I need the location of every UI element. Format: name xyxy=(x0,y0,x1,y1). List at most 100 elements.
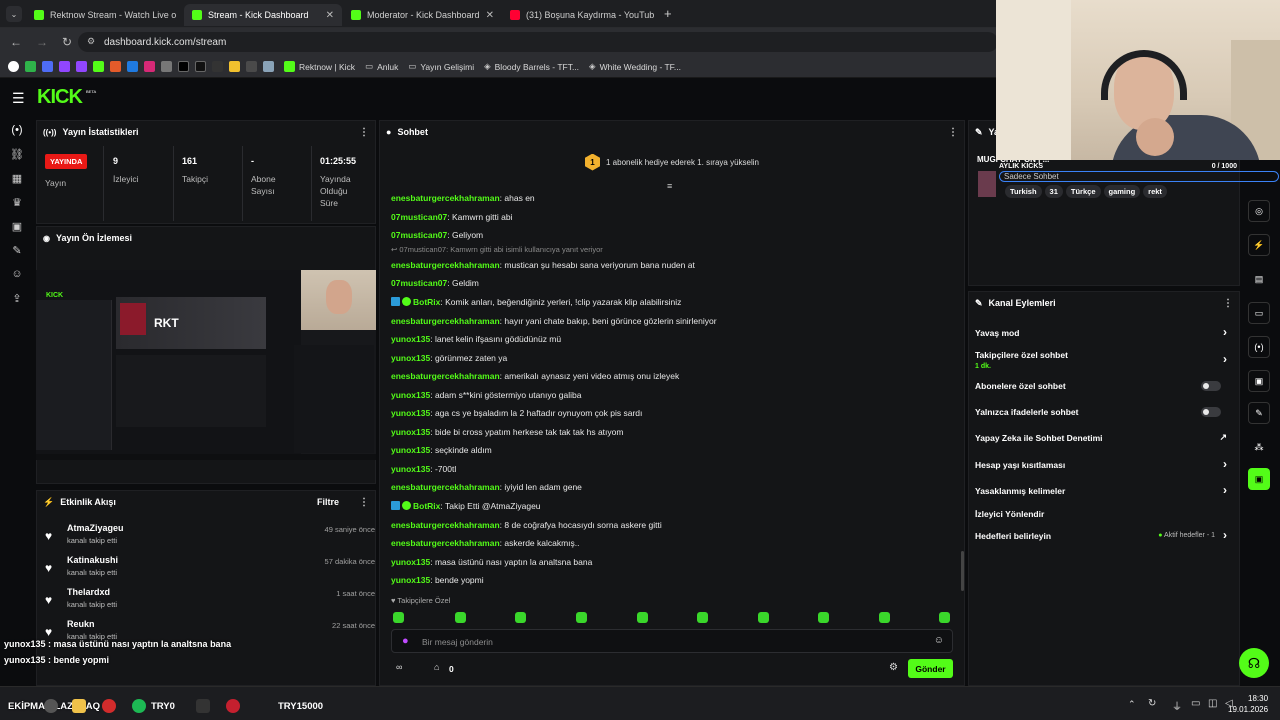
bookmark-bloody-barrels[interactable]: ◈ Bloody Barrels - TFT... xyxy=(484,61,579,72)
chat-message[interactable]: yunox135: görünmez zaten ya xyxy=(391,353,507,363)
tab-list-dropdown-icon[interactable]: ⌄ xyxy=(6,6,22,22)
chat-message[interactable]: enesbaturgercekhahraman: iyiyid len adam… xyxy=(391,482,582,492)
subscribers-chat-toggle[interactable] xyxy=(1201,381,1221,391)
instagram-icon[interactable] xyxy=(144,61,155,72)
store-icon[interactable]: ⌂ xyxy=(434,662,439,672)
chat-message[interactable]: 07mustican07: Geldim xyxy=(391,278,479,288)
chat-message[interactable]: yunox135: seçkinde aldım xyxy=(391,445,492,455)
tab-kick-dashboard[interactable]: Stream - Kick Dashboard ✕ xyxy=(184,4,342,26)
bookmark-icon[interactable] xyxy=(8,61,19,72)
channel-points-icon[interactable]: ∞ xyxy=(396,662,402,672)
bookmark-icon[interactable] xyxy=(42,61,53,72)
tray-chevron-icon[interactable]: ⌃ xyxy=(1128,699,1136,710)
trophy-nav-icon[interactable]: ♛ xyxy=(0,190,34,214)
chat-username[interactable]: enesbaturgercekhahraman xyxy=(391,193,500,203)
bookmark-icon[interactable] xyxy=(110,61,121,72)
wrench-nav-icon[interactable]: ✎ xyxy=(0,238,34,262)
emote-icon[interactable] xyxy=(576,612,587,623)
close-tab-icon[interactable]: ✕ xyxy=(326,10,334,21)
upload-nav-icon[interactable]: ⇪ xyxy=(0,286,34,310)
bookmark-folder-yayin-gelisimi[interactable]: ▭ Yayın Gelişimi xyxy=(408,61,474,72)
url-input[interactable]: ⚙ dashboard.kick.com/stream xyxy=(78,32,998,52)
back-icon[interactable]: ← xyxy=(10,35,22,49)
video-nav-icon[interactable]: ▣ xyxy=(0,214,34,238)
chat-message[interactable]: yunox135: bide bi cross ypatım herkese t… xyxy=(391,427,623,437)
forward-icon[interactable]: → xyxy=(36,35,48,49)
chat-message[interactable]: enesbaturgercekhahraman: hayır yani chat… xyxy=(391,316,717,326)
tray-microphone-icon[interactable]: ⏚ xyxy=(1172,698,1182,713)
apps-tool-icon[interactable]: ⁂ xyxy=(1248,436,1270,458)
chat-username[interactable]: yunox135 xyxy=(391,334,430,344)
site-info-icon[interactable]: ⚙ xyxy=(87,36,95,47)
chat-username[interactable]: BotRix xyxy=(413,297,440,307)
bookmark-icon[interactable] xyxy=(212,61,223,72)
chat-username[interactable]: BotRix xyxy=(413,501,440,511)
chat-username[interactable]: yunox135 xyxy=(391,427,430,437)
emote-icon[interactable] xyxy=(879,612,890,623)
taskbar-app-icon[interactable] xyxy=(72,699,86,713)
emote-icon[interactable] xyxy=(637,612,648,623)
chat-username[interactable]: yunox135 xyxy=(391,575,430,585)
filter-button[interactable]: Filtre xyxy=(317,497,339,507)
kick-logo[interactable]: KICK xyxy=(37,86,83,109)
link-nav-icon[interactable]: ⛓ xyxy=(0,142,34,166)
tray-network-icon[interactable]: ◫ xyxy=(1208,698,1217,709)
video-tool-icon[interactable]: ▣ xyxy=(1248,370,1270,392)
more-options-icon[interactable]: ⋮ xyxy=(1223,298,1233,309)
tab-rektnow-stream[interactable]: Rektnow Stream - Watch Live o ✕ xyxy=(26,4,181,26)
bookmark-folder-anluk[interactable]: ▭ Anluk xyxy=(365,61,398,72)
chat-username[interactable]: enesbaturgercekhahraman xyxy=(391,260,500,270)
chat-message[interactable]: enesbaturgercekhahraman: amerikalı aynas… xyxy=(391,371,679,381)
emote-only-action[interactable]: Yalnızca ifadelerle sohbet xyxy=(975,407,1233,417)
document-tool-icon[interactable]: ▤ xyxy=(1248,268,1270,290)
bookmark-icon[interactable] xyxy=(25,61,36,72)
ai-moderation-action[interactable]: Yapay Zeka ile Sohbet Denetimi ↗ xyxy=(975,432,1233,443)
emote-icon[interactable] xyxy=(455,612,466,623)
tab-youtube[interactable]: (31) Boşuna Kaydırma - YouTub ✕ xyxy=(502,4,657,26)
chat-message[interactable]: yunox135: masa üstünü nası yaptın la ana… xyxy=(391,557,592,567)
wrench-tool-icon[interactable]: ✎ xyxy=(1248,402,1270,424)
redirect-viewers-action[interactable]: İzleyici Yönlendir xyxy=(975,509,1233,519)
broadcast-tool-icon[interactable]: (•) xyxy=(1248,336,1270,358)
chat-username[interactable]: enesbaturgercekhahraman xyxy=(391,538,500,548)
taskbar-app-icon[interactable] xyxy=(226,699,240,713)
subscribers-chat-action[interactable]: Abonelere özel sohbet xyxy=(975,381,1233,391)
clock-time[interactable]: 18:30 xyxy=(1248,694,1268,703)
emoji-picker-icon[interactable]: ☺ xyxy=(934,635,944,646)
chat-message[interactable]: yunox135: bende yopmi xyxy=(391,575,484,585)
emote-icon[interactable] xyxy=(758,612,769,623)
analytics-nav-icon[interactable]: ▦ xyxy=(0,166,34,190)
emote-icon[interactable] xyxy=(697,612,708,623)
emote-icon[interactable] xyxy=(515,612,526,623)
chat-message[interactable]: yunox135: -700tl xyxy=(391,464,456,474)
taskbar-app-icon[interactable] xyxy=(196,699,210,713)
reload-icon[interactable]: ↻ xyxy=(62,35,72,49)
bookmark-icon[interactable] xyxy=(59,61,70,72)
emote-icon[interactable] xyxy=(818,612,829,623)
hamburger-menu-icon[interactable]: ☰ xyxy=(12,90,25,107)
more-options-icon[interactable]: ⋮ xyxy=(359,127,369,138)
slow-mode-action[interactable]: Yavaş mod › xyxy=(975,325,1233,339)
x-twitter-icon[interactable] xyxy=(178,61,189,72)
microphone-icon[interactable]: ● xyxy=(402,635,409,647)
banned-words-action[interactable]: Yasaklanmış kelimeler › xyxy=(975,483,1233,497)
users-nav-icon[interactable]: ☺ xyxy=(0,262,34,286)
help-icon[interactable]: ☊ xyxy=(1239,648,1269,678)
chat-message[interactable]: enesbaturgercekhahraman: mustican şu hes… xyxy=(391,260,695,270)
tray-display-icon[interactable]: ▭ xyxy=(1191,698,1200,709)
chat-username[interactable]: 07mustican07 xyxy=(391,212,447,222)
new-tab-icon[interactable]: + xyxy=(664,6,672,21)
lightning-tool-icon[interactable]: ⚡ xyxy=(1248,234,1270,256)
bookmark-icon[interactable] xyxy=(246,61,257,72)
chat-message[interactable]: yunox135: aga cs ye bşaladım la 2 haftad… xyxy=(391,408,642,418)
chat-message[interactable]: BotRix: Komik anları, beğendiğiniz yerle… xyxy=(391,296,681,307)
chat-username[interactable]: enesbaturgercekhahraman xyxy=(391,316,500,326)
reply-context[interactable]: ↩ 07mustican07: Kamwrn gitti abi isimli … xyxy=(391,245,603,254)
bookmark-icon[interactable] xyxy=(127,61,138,72)
tray-sync-icon[interactable]: ↻ xyxy=(1148,698,1156,709)
more-options-icon[interactable]: ⋮ xyxy=(359,497,369,508)
more-options-icon[interactable]: ⋮ xyxy=(948,127,958,138)
chat-username[interactable]: yunox135 xyxy=(391,445,430,455)
chat-username[interactable]: 07mustican07 xyxy=(391,230,447,240)
stream-preview-video[interactable]: KICK RKT xyxy=(36,270,376,460)
